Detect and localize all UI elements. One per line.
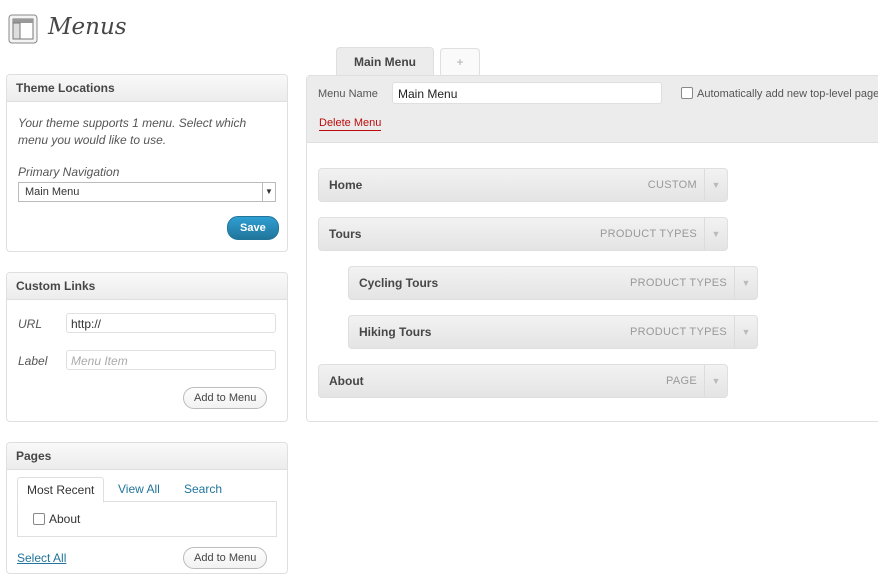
select-all-link[interactable]: Select All [17,551,66,565]
add-custom-link-button[interactable]: Add to Menu [183,387,268,409]
tab-most-recent[interactable]: Most Recent [17,477,105,503]
selected-menu-value: Main Menu [25,186,80,198]
chevron-down-icon[interactable]: ▼ [704,218,727,250]
chevron-down-icon[interactable]: ▼ [704,365,727,397]
add-pages-button[interactable]: Add to Menu [183,547,268,569]
menu-item-type: PAGE [666,375,697,387]
menu-item-type: PRODUCT TYPES [629,277,727,289]
link-text-label: Label [18,354,48,368]
auto-add-option[interactable]: Automatically add new top-level pages [681,87,878,100]
select-arrow-icon: ▼ [262,183,275,201]
pages-tabs: Most Recent View All Search [17,477,275,503]
menu-item[interactable]: Cycling Tours PRODUCT TYPES ▼ [348,266,758,300]
delete-menu-link[interactable]: Delete Menu [319,117,382,131]
pages-box: Pages Most Recent View All Search About … [6,442,288,574]
menu-editor: Menu Name Main Menu Automatically add ne… [306,75,878,422]
menu-item-title: Hiking Tours [359,325,432,339]
menu-item-type: CUSTOM [647,179,697,191]
page-item-label: About [49,512,81,526]
url-label: URL [18,317,43,331]
add-menu-tab[interactable]: + [440,48,480,75]
theme-locations-title: Theme Locations [7,75,287,102]
chevron-down-icon[interactable]: ▼ [734,316,757,348]
menu-item[interactable]: About PAGE ▼ [318,364,728,398]
tab-search[interactable]: Search [184,477,222,501]
save-button[interactable]: Save [227,216,279,240]
page-item[interactable]: About [33,512,80,526]
menu-name-input[interactable]: Main Menu [392,82,662,104]
menu-item[interactable]: Home CUSTOM ▼ [318,168,728,202]
menu-item-title: Home [329,178,363,192]
menu-name-label: Menu Name [318,88,378,100]
page-item-checkbox[interactable] [33,513,45,525]
menu-item-title: About [329,374,364,388]
pages-list: About [17,501,277,537]
link-text-input[interactable]: Menu Item [66,350,276,370]
chevron-down-icon[interactable]: ▼ [734,267,757,299]
custom-links-box: Custom Links URL http:// Label Menu Item… [6,272,288,422]
pages-title: Pages [7,443,287,470]
menu-item[interactable]: Tours PRODUCT TYPES ▼ [318,217,728,251]
menu-item[interactable]: Hiking Tours PRODUCT TYPES ▼ [348,315,758,349]
auto-add-checkbox[interactable] [681,87,693,99]
menu-item-title: Tours [329,227,362,241]
auto-add-label: Automatically add new top-level pages [697,88,878,100]
tab-main-menu[interactable]: Main Menu [336,47,434,77]
tab-view-all[interactable]: View All [118,477,160,501]
url-input[interactable]: http:// [66,313,276,333]
theme-locations-box: Theme Locations Your theme supports 1 me… [6,74,288,252]
chevron-down-icon[interactable]: ▼ [704,169,727,201]
primary-navigation-label: Primary Navigation [18,165,120,179]
primary-navigation-select[interactable]: Main Menu ▼ [18,182,276,202]
custom-links-title: Custom Links [7,273,287,300]
menu-item-type: PRODUCT TYPES [599,228,697,240]
menu-item-type: PRODUCT TYPES [629,326,727,338]
menu-item-title: Cycling Tours [359,276,439,290]
menu-header: Menu Name Main Menu Automatically add ne… [307,76,878,143]
page-title: Menus [48,14,127,40]
theme-locations-description: Your theme supports 1 menu. Select which… [18,116,247,147]
menus-page-icon [8,14,38,44]
